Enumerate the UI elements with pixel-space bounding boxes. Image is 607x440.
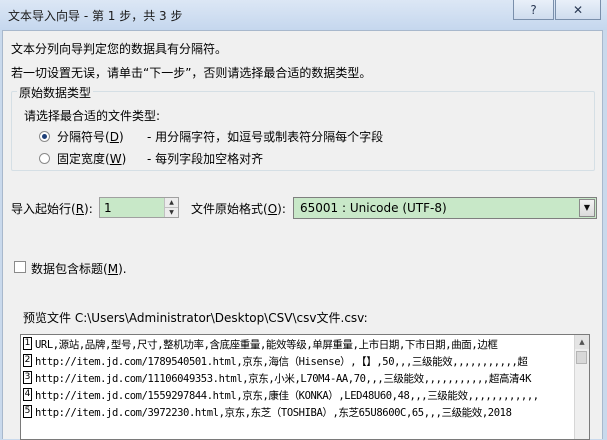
preview-label: 预览文件 C:\Users\Administrator\Desktop\CSV\… <box>23 311 368 325</box>
scroll-up-icon[interactable]: ▲ <box>575 335 589 349</box>
group-legend: 原始数据类型 <box>17 84 94 101</box>
spin-down-icon[interactable]: ▼ <box>165 208 178 217</box>
file-origin-value: 65001 : Unicode (UTF-8) <box>300 201 447 215</box>
delimited-label[interactable]: 分隔符号(D) <box>57 128 124 145</box>
file-type-prompt: 请选择最合适的文件类型: <box>24 109 161 123</box>
start-row-value: 1 <box>104 201 112 215</box>
row-number: 1 <box>23 337 32 350</box>
row-number: 2 <box>23 354 32 367</box>
intro-line-1: 文本分列向导判定您的数据具有分隔符。 <box>11 42 228 56</box>
close-icon: ✕ <box>572 2 584 17</box>
file-origin-dropdown[interactable]: 65001 : Unicode (UTF-8) ▼ <box>293 197 597 219</box>
file-origin-label: 文件原始格式(O): <box>191 202 286 216</box>
row-text: http://item.jd.com/3972230.html,京东,东芝（TO… <box>35 407 512 419</box>
help-button[interactable]: ? <box>513 0 554 20</box>
row-number: 4 <box>23 388 32 401</box>
row-text: URL,源站,品牌,型号,尺寸,整机功率,含底座重量,能效等级,单屏重量,上市日… <box>35 339 498 351</box>
spin-up-icon[interactable]: ▲ <box>165 198 178 208</box>
row-number: 3 <box>23 371 32 384</box>
wizard-body: 文本分列向导判定您的数据具有分隔符。 若一切设置无误，请单击“下一步”，否则请选… <box>2 30 603 440</box>
close-button[interactable]: ✕ <box>555 0 601 20</box>
spinner-buttons: ▲ ▼ <box>164 198 178 217</box>
fixed-width-label[interactable]: 固定宽度(W) <box>57 150 126 167</box>
window-title: 文本导入向导 - 第 1 步，共 3 步 <box>8 9 183 23</box>
preview-scrollbar[interactable]: ▲ <box>574 335 589 439</box>
fixed-width-radio[interactable] <box>39 153 50 164</box>
row-text: http://item.jd.com/1559297844.html,京东,康佳… <box>35 390 539 402</box>
fixed-width-description: - 每列字段加空格对齐 <box>147 152 264 166</box>
headers-checkbox[interactable] <box>14 261 26 273</box>
original-data-type-group: 原始数据类型 请选择最合适的文件类型: 分隔符号(D) - 用分隔字符，如逗号或… <box>11 84 595 171</box>
delimited-description: - 用分隔字符，如逗号或制表符分隔每个字段 <box>147 130 384 144</box>
headers-checkbox-label[interactable]: 数据包含标题(M). <box>31 260 127 277</box>
intro-line-2: 若一切设置无误，请单击“下一步”，否则请选择最合适的数据类型。 <box>11 66 372 80</box>
start-row-label: 导入起始行(R): <box>11 202 93 216</box>
delimited-radio[interactable] <box>39 131 50 142</box>
scroll-thumb[interactable] <box>576 351 587 364</box>
title-bar: 文本导入向导 - 第 1 步，共 3 步 ? ✕ <box>0 0 607 30</box>
preview-pane[interactable]: 1 URL,源站,品牌,型号,尺寸,整机功率,含底座重量,能效等级,单屏重量,上… <box>20 334 590 440</box>
row-text: http://item.jd.com/1789540501.html,京东,海信… <box>35 356 528 368</box>
row-text: http://item.jd.com/11106049353.html,京东,小… <box>35 373 531 385</box>
window-controls: ? ✕ <box>513 0 601 20</box>
row-number: 5 <box>23 405 32 418</box>
chevron-down-icon[interactable]: ▼ <box>579 199 595 217</box>
start-row-spinner[interactable]: 1 ▲ ▼ <box>99 197 179 218</box>
